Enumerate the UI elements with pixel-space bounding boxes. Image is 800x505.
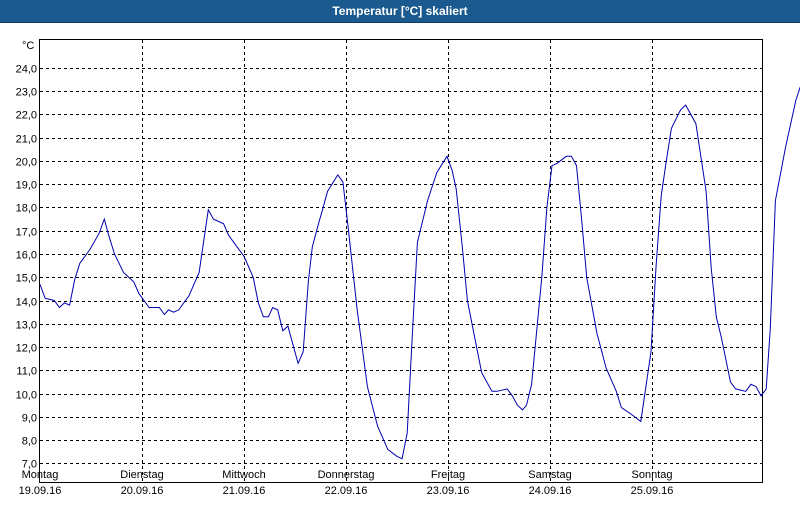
x-tick-day-label: Samstag [528,469,571,481]
x-tick-date-label: 22.09.16 [325,485,368,497]
y-tick-label: 8,0 [22,436,37,448]
y-tick-label: 10,0 [16,390,37,402]
y-tick-label: 15,0 [16,273,37,285]
y-tick-label: 13,0 [16,320,37,332]
x-tick-day-label: Mittwoch [222,469,265,481]
y-tick-label: 22,0 [16,110,37,122]
x-tick-day-label: Donnerstag [318,469,375,481]
y-tick-label: 12,0 [16,343,37,355]
x-tick-date-label: 24.09.16 [529,485,572,497]
x-tick-day-label: Dienstag [120,469,163,481]
y-tick-label: 16,0 [16,250,37,262]
y-axis-ticks: 7,08,09,010,011,012,013,014,015,016,017,… [16,64,37,471]
x-tick-day-label: Sonntag [632,469,673,481]
y-axis-unit: °C [22,40,34,52]
y-tick-label: 17,0 [16,227,37,239]
x-tick-date-label: 23.09.16 [427,485,470,497]
y-tick-label: 11,0 [16,366,37,378]
chart-title: Temperatur [°C] skaliert [0,0,800,23]
y-tick-label: 19,0 [16,180,37,192]
chart-area: °C 7,0 8,0 9,0 10,0 11,0 12,0 13,0 14,0 15,0 16,0… [0,23,800,500]
y-tick-label: 14,0 [16,297,37,309]
x-tick-date-label: 21.09.16 [223,485,266,497]
y-tick-label: 18,0 [16,203,37,215]
y-tick-label: 9,0 [22,413,37,425]
x-tick-date-label: 20.09.16 [121,485,164,497]
x-tick-date-label: 19.09.16 [19,485,62,497]
x-tick-day-label: Freitag [431,469,465,481]
y-tick-label: 21,0 [16,134,37,146]
x-tick-date-label: 25.09.16 [631,485,674,497]
y-tick-label: 23,0 [16,87,37,99]
x-tick-day-label: Montag [22,469,59,481]
y-tick-label: 24,0 [16,64,37,76]
y-tick-label: 20,0 [16,157,37,169]
plot-frame [39,39,763,483]
temperature-chart: °C 7,08,09,010,011,012,013,014,015,016,0… [16,39,800,497]
